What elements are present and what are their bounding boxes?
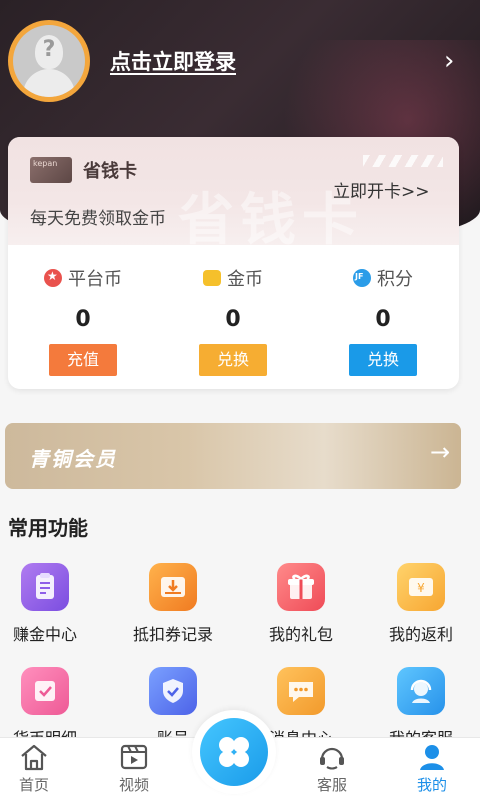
video-icon bbox=[94, 742, 174, 772]
savings-card-title: 省钱卡 bbox=[83, 161, 137, 182]
tab-home[interactable]: 首页 bbox=[0, 742, 74, 795]
tab-video[interactable]: 视频 bbox=[94, 742, 174, 795]
stat-gold-coin: 金币 0 兑换 bbox=[158, 265, 308, 376]
login-link[interactable]: 点击立即登录 bbox=[110, 46, 236, 76]
home-icon bbox=[0, 742, 74, 772]
stat-label: 金币 bbox=[227, 269, 263, 290]
stat-value: 0 bbox=[225, 307, 241, 332]
common-functions-title: 常用功能 bbox=[8, 516, 88, 540]
bronze-member-banner[interactable]: 青铜会员 → bbox=[5, 423, 461, 489]
savings-card-icon: kepan bbox=[30, 157, 72, 183]
svg-text:¥: ¥ bbox=[417, 581, 425, 595]
func-label: 我的礼包 bbox=[268, 625, 333, 644]
tab-mine[interactable]: 我的 bbox=[392, 742, 472, 795]
currency-detail-icon bbox=[21, 667, 69, 715]
exchange-points-button[interactable]: 兑换 bbox=[349, 344, 417, 376]
clipboard-icon bbox=[21, 563, 69, 611]
gold-coin-icon bbox=[203, 270, 221, 286]
exchange-gold-button[interactable]: 兑换 bbox=[199, 344, 267, 376]
func-earn-center[interactable]: 赚金中心 bbox=[0, 563, 100, 645]
savings-card-banner[interactable]: 省钱卡 kepan 省钱卡 立即开卡>> 每天免费领取金币 bbox=[8, 137, 459, 253]
stat-value: 0 bbox=[375, 307, 391, 332]
gift-icon bbox=[277, 563, 325, 611]
tab-label: 视频 bbox=[118, 776, 149, 794]
stat-value: 0 bbox=[75, 307, 91, 332]
func-label: 我的返利 bbox=[388, 625, 453, 644]
stat-platform-coin: 平台币 0 充值 bbox=[8, 265, 158, 376]
recharge-button[interactable]: 充值 bbox=[49, 344, 117, 376]
func-label: 抵扣券记录 bbox=[132, 625, 213, 644]
func-my-gifts[interactable]: 我的礼包 bbox=[246, 563, 356, 645]
stat-points: 积分 0 兑换 bbox=[308, 265, 458, 376]
shield-check-icon bbox=[149, 667, 197, 715]
arrow-right-icon: → bbox=[430, 438, 451, 466]
coupon-download-icon bbox=[149, 563, 197, 611]
tab-label: 首页 bbox=[18, 776, 49, 794]
clover-icon bbox=[200, 718, 268, 786]
avatar[interactable]: ? bbox=[8, 20, 90, 102]
stat-label: 平台币 bbox=[68, 269, 122, 290]
open-card-link[interactable]: 立即开卡>> bbox=[333, 177, 430, 202]
points-icon bbox=[353, 269, 371, 287]
func-label: 赚金中心 bbox=[12, 625, 77, 644]
bronze-member-label: 青铜会员 bbox=[29, 447, 117, 471]
tab-customer-service[interactable]: 客服 bbox=[292, 742, 372, 795]
headset-icon bbox=[292, 742, 372, 772]
func-coupon-records[interactable]: 抵扣券记录 bbox=[118, 563, 228, 645]
user-icon bbox=[392, 742, 472, 772]
center-action-button[interactable] bbox=[192, 710, 276, 794]
default-avatar-icon: ? bbox=[13, 25, 85, 97]
func-my-rebate[interactable]: ¥ 我的返利 bbox=[366, 563, 476, 645]
savings-card-subtitle: 每天免费领取金币 bbox=[30, 209, 166, 229]
tab-label: 客服 bbox=[316, 776, 347, 794]
decorative-stripes bbox=[363, 155, 443, 167]
message-icon bbox=[277, 667, 325, 715]
tab-label: 我的 bbox=[416, 776, 447, 794]
star-coin-icon bbox=[44, 269, 62, 287]
stat-label: 积分 bbox=[377, 269, 413, 290]
chevron-right-icon[interactable]: › bbox=[444, 46, 454, 76]
savings-card-panel: 省钱卡 kepan 省钱卡 立即开卡>> 每天免费领取金币 平台币 0 充值 金… bbox=[8, 137, 459, 389]
rebate-ticket-icon: ¥ bbox=[397, 563, 445, 611]
customer-service-icon bbox=[397, 667, 445, 715]
